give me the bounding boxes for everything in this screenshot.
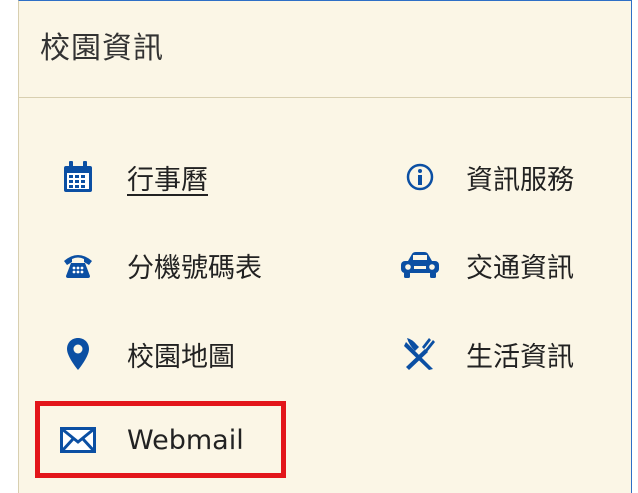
link-extension-directory[interactable]: 分機號碼表 bbox=[57, 245, 262, 285]
fork-knife-icon bbox=[399, 336, 441, 372]
link-label-living-info: 生活資訊 bbox=[466, 341, 574, 373]
panel-header: 校園資訊 bbox=[19, 1, 631, 98]
link-label-campus-map: 校園地圖 bbox=[127, 341, 235, 373]
calendar-icon bbox=[57, 159, 99, 195]
link-calendar[interactable]: 行事曆 bbox=[57, 157, 208, 197]
link-label-info-services: 資訊服務 bbox=[466, 164, 574, 196]
webmail-highlight-box bbox=[35, 401, 286, 478]
link-transportation[interactable]: 交通資訊 bbox=[399, 245, 574, 285]
link-campus-map[interactable]: 校園地圖 bbox=[57, 334, 235, 374]
car-icon bbox=[399, 247, 441, 283]
link-info-services[interactable]: 資訊服務 bbox=[399, 157, 574, 197]
link-label-calendar: 行事曆 bbox=[127, 164, 208, 196]
link-label-extension-directory: 分機號碼表 bbox=[127, 252, 262, 284]
telephone-icon bbox=[57, 247, 99, 283]
map-marker-icon bbox=[57, 336, 99, 372]
link-label-transportation: 交通資訊 bbox=[466, 252, 574, 284]
panel-title: 校園資訊 bbox=[40, 31, 164, 66]
info-circle-icon bbox=[399, 159, 441, 195]
link-living-info[interactable]: 生活資訊 bbox=[399, 334, 574, 374]
